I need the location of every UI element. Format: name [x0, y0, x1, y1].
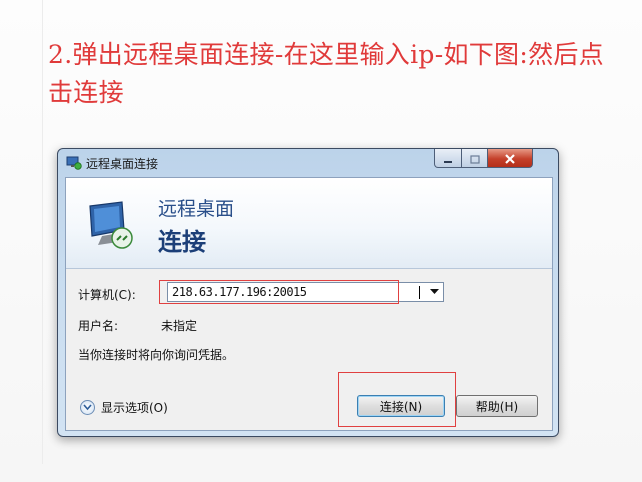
- instruction-text: 2.弹出远程桌面连接-在这里输入ip-如下图:然后点击连接: [48, 40, 604, 107]
- text-caret: [419, 286, 420, 299]
- remote-desktop-window: 远程桌面连接 远程桌面 连接 计算机(C): 218.63.177.196:20…: [57, 148, 559, 437]
- input-highlight-box: [159, 280, 399, 304]
- left-rule: [42, 0, 43, 464]
- chevron-down-icon[interactable]: [425, 283, 443, 301]
- maximize-button[interactable]: [461, 149, 488, 168]
- window-title: 远程桌面连接: [86, 157, 159, 171]
- monitor-connection-icon: [84, 198, 140, 254]
- username-label: 用户名:: [78, 319, 119, 333]
- username-value: 未指定: [161, 319, 198, 333]
- computer-label: 计算机(C):: [78, 288, 136, 302]
- maximize-icon: [469, 149, 480, 168]
- remote-desktop-icon: [66, 155, 82, 170]
- banner-title-line2: 连接: [158, 228, 206, 256]
- dialog-body: 远程桌面 连接 计算机(C): 218.63.177.196:20015 用户名…: [65, 177, 553, 431]
- close-button[interactable]: [487, 149, 533, 168]
- close-icon: [504, 149, 516, 168]
- title-bar[interactable]: 远程桌面连接: [58, 149, 558, 177]
- chevron-down-circle-icon: [80, 400, 95, 415]
- banner-title-line1: 远程桌面: [158, 198, 235, 220]
- connect-button[interactable]: 连接(N): [357, 395, 445, 417]
- minimize-icon: [443, 149, 453, 168]
- minimize-button[interactable]: [434, 149, 462, 168]
- credentials-prompt: 当你连接时将向你询问凭据。: [78, 348, 235, 362]
- help-button[interactable]: 帮助(H): [456, 395, 538, 417]
- dialog-banner: 远程桌面 连接: [66, 178, 552, 269]
- show-options-toggle[interactable]: 显示选项(O): [80, 399, 168, 416]
- show-options-label: 显示选项(O): [101, 401, 168, 415]
